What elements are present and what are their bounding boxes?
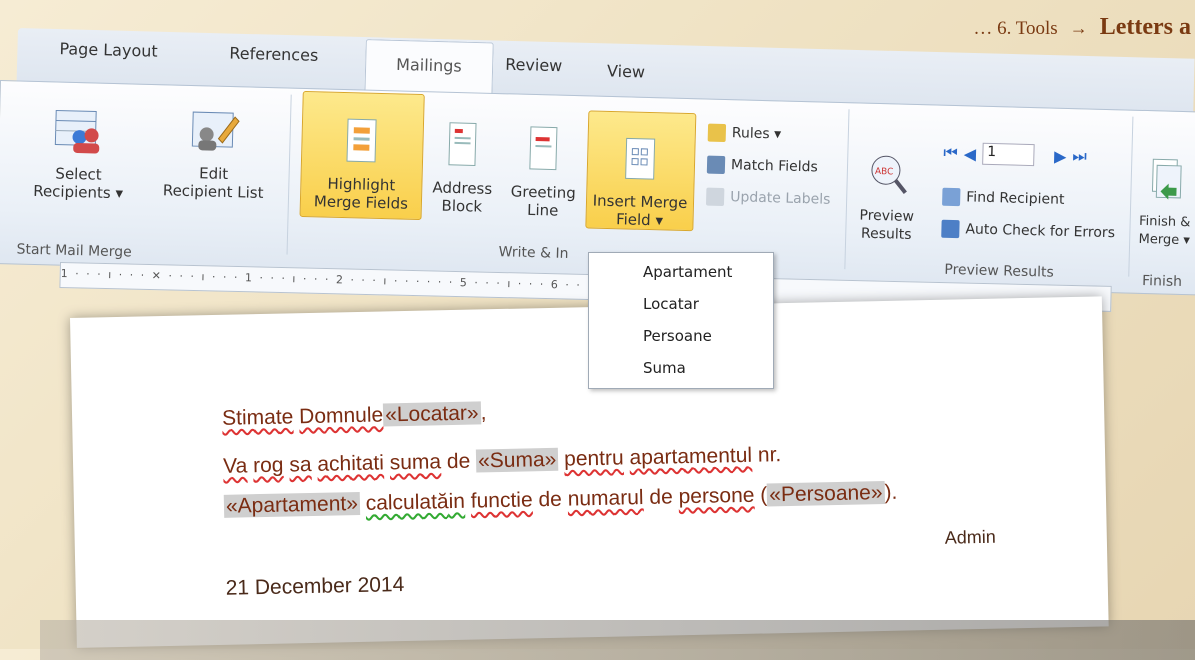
- auto-check-icon: [941, 219, 960, 239]
- doc-word: suma: [389, 450, 442, 475]
- update-labels-button[interactable]: Update Labels: [705, 187, 831, 209]
- merge-field-locatar[interactable]: «Locatar»: [382, 401, 481, 427]
- tab-references[interactable]: References: [229, 44, 318, 65]
- doc-word: apartamentul: [629, 443, 753, 470]
- last-record-icon[interactable]: ⏭: [1072, 146, 1087, 166]
- highlight-document-icon: [346, 118, 377, 163]
- edit-recipient-list-button[interactable]: Edit Recipient List: [148, 89, 281, 202]
- find-recipient-button[interactable]: Find Recipient: [942, 187, 1065, 209]
- rules-label: Rules ▾: [731, 125, 782, 143]
- address-block-label: Address Block: [432, 178, 493, 216]
- insert-merge-field-label: Insert Merge Field ▾: [592, 191, 688, 230]
- finish-merge-button[interactable]: Finish & Merge ▾: [1133, 139, 1195, 251]
- group-separator: [286, 94, 292, 255]
- doc-punctuation: ,: [480, 401, 487, 425]
- tab-view[interactable]: View: [607, 61, 645, 81]
- dropdown-item-locatar[interactable]: Locatar: [643, 295, 699, 313]
- doc-word: de: [446, 449, 471, 474]
- tab-review[interactable]: Review: [505, 55, 563, 75]
- edit-list-icon: [191, 111, 240, 151]
- greeting-line-icon: [529, 126, 558, 171]
- doc-word: Stimate: [221, 405, 294, 430]
- record-navigation: ⏮ ◀ 1 ▶ ⏭: [943, 142, 1087, 168]
- doc-word: achitati: [317, 451, 385, 476]
- highlight-merge-fields-button[interactable]: Highlight Merge Fields: [299, 90, 425, 221]
- update-labels-label: Update Labels: [729, 189, 831, 208]
- insert-merge-field-button[interactable]: Insert Merge Field ▾: [585, 110, 697, 232]
- dropdown-item-suma[interactable]: Suma: [643, 359, 686, 377]
- doc-word: numarul: [567, 486, 644, 511]
- doc-word: sa: [289, 452, 312, 477]
- next-record-icon[interactable]: ▶: [1054, 146, 1067, 165]
- match-fields-label: Match Fields: [730, 157, 818, 176]
- doc-word: rog: [252, 453, 284, 478]
- doc-punctuation: ).: [884, 480, 898, 504]
- window-frame-shadow: [40, 620, 1195, 660]
- doc-word: pentru: [563, 446, 624, 471]
- dropdown-item-persoane[interactable]: Persoane: [643, 327, 712, 345]
- select-recipients-button[interactable]: Select Recipients ▾: [18, 90, 141, 203]
- doc-word: nr.: [757, 443, 782, 467]
- edit-recipient-list-label: Edit Recipient List: [162, 164, 264, 202]
- preview-results-button[interactable]: ABC Preview Results: [849, 133, 926, 244]
- recipients-icon: [54, 109, 100, 154]
- first-record-icon[interactable]: ⏮: [943, 143, 958, 163]
- doc-word: functie: [470, 488, 533, 513]
- finish-merge-icon: [1151, 158, 1182, 200]
- merge-field-suma[interactable]: «Suma»: [475, 447, 559, 473]
- doc-word: Va: [222, 454, 248, 478]
- highlight-merge-fields-label: Highlight Merge Fields: [313, 174, 409, 213]
- group-label-preview-results: Preview Results: [944, 261, 1055, 281]
- tab-page-layout[interactable]: Page Layout: [59, 39, 158, 61]
- doc-word: persone: [678, 483, 755, 509]
- doc-word: de: [538, 487, 563, 512]
- group-label-write-insert: Write & In: [498, 244, 569, 262]
- find-recipient-label: Find Recipient: [966, 189, 1065, 208]
- doc-word: calculată: [365, 490, 449, 515]
- previous-record-icon[interactable]: ◀: [964, 144, 977, 163]
- greeting-line-button[interactable]: Greeting Line: [504, 106, 585, 220]
- doc-word: Domnule: [298, 403, 384, 429]
- insert-merge-field-dropdown: Apartament Locatar Persoane Suma: [588, 252, 774, 389]
- group-separator: [844, 109, 850, 270]
- doc-date: 21 December 2014: [225, 573, 405, 600]
- group-label-start-mail-merge: Start Mail Merge: [16, 241, 132, 261]
- doc-signature: Admin: [944, 526, 997, 548]
- match-fields-button[interactable]: Match Fields: [706, 155, 818, 177]
- update-labels-icon: [705, 187, 725, 206]
- doc-body-line-1: Va rog sa achitati suma de «Suma» pentru…: [223, 443, 782, 479]
- auto-check-label: Auto Check for Errors: [965, 221, 1116, 242]
- address-block-icon: [448, 122, 477, 166]
- merge-field-persoane[interactable]: «Persoane»: [767, 480, 885, 507]
- group-label-finish: Finish: [1141, 272, 1183, 291]
- dropdown-item-apartament[interactable]: Apartament: [643, 263, 732, 281]
- merge-field-apartament[interactable]: «Apartament»: [223, 491, 361, 518]
- rules-button[interactable]: Rules ▾: [707, 123, 782, 144]
- auto-check-errors-button[interactable]: Auto Check for Errors: [941, 219, 1116, 243]
- magnifier-abc-icon: ABC: [871, 155, 907, 194]
- match-fields-icon: [706, 155, 726, 175]
- find-recipient-icon: [942, 187, 961, 207]
- doc-salutation-line: Stimate Domnule«Locatar»,: [222, 401, 487, 431]
- record-number-input[interactable]: 1: [981, 142, 1035, 167]
- doc-body-line-2: «Apartament» calculatăin functie de numa…: [223, 480, 898, 519]
- address-block-button[interactable]: Address Block: [426, 102, 501, 216]
- group-separator: [1128, 116, 1134, 277]
- doc-word: in: [448, 489, 466, 514]
- preview-results-label: Preview Results: [859, 207, 915, 243]
- doc-word: de: [649, 485, 673, 509]
- greeting-line-label: Greeting Line: [510, 182, 576, 220]
- insert-field-icon: [625, 137, 656, 180]
- finish-merge-label: Finish & Merge ▾: [1138, 213, 1191, 249]
- rules-icon: [707, 123, 727, 143]
- select-recipients-label: Select Recipients ▾: [32, 164, 124, 203]
- svg-text:ABC: ABC: [875, 167, 894, 177]
- word-window: Page Layout References Mailings Review V…: [0, 0, 1195, 660]
